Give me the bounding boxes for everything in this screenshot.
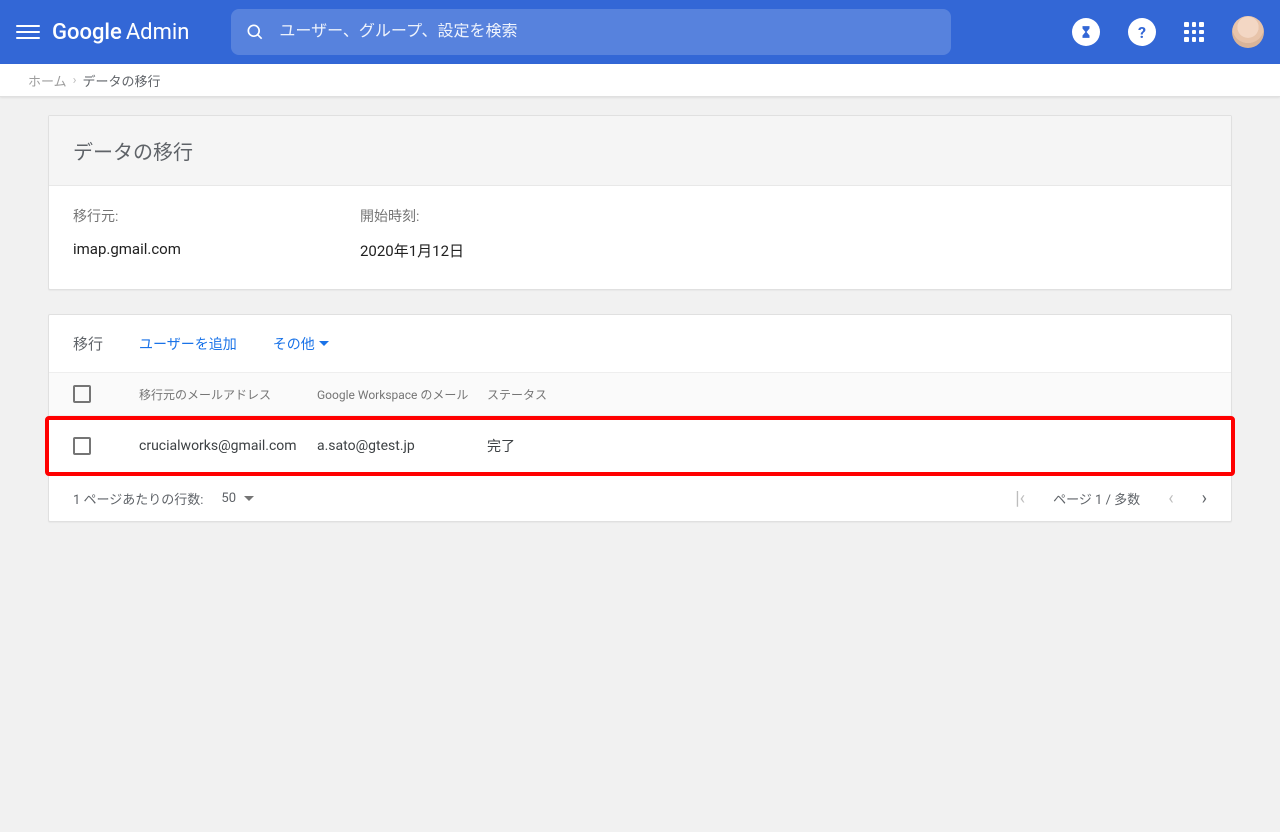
add-user-button[interactable]: ユーザーを追加 bbox=[139, 334, 237, 354]
logo-sub: Admin bbox=[126, 20, 190, 45]
avatar[interactable] bbox=[1232, 16, 1264, 48]
row-ws: a.sato@gtest.jp bbox=[317, 438, 487, 454]
header-actions: ? bbox=[1072, 16, 1264, 48]
col-source-email: 移行元のメールアドレス bbox=[139, 386, 317, 403]
breadcrumb: ホーム › データの移行 bbox=[0, 64, 1280, 97]
migration-info-card: データの移行 移行元: imap.gmail.com 開始時刻: 2020年1月… bbox=[48, 115, 1232, 290]
source-block: 移行元: imap.gmail.com bbox=[73, 206, 360, 261]
toolbar-title: 移行 bbox=[73, 333, 103, 354]
start-block: 開始時刻: 2020年1月12日 bbox=[360, 206, 647, 261]
chevron-down-icon bbox=[319, 341, 329, 346]
next-page-icon[interactable]: › bbox=[1202, 488, 1207, 509]
migration-table-card: 移行 ユーザーを追加 その他 移行元のメールアドレス Google Worksp… bbox=[48, 314, 1232, 522]
select-all-checkbox[interactable] bbox=[73, 385, 91, 403]
table-row[interactable]: crucialworks@gmail.com a.sato@gtest.jp 完… bbox=[49, 420, 1231, 472]
row-checkbox[interactable] bbox=[73, 437, 91, 455]
source-label: 移行元: bbox=[73, 206, 360, 226]
logo[interactable]: Google Admin bbox=[52, 20, 189, 45]
app-header: Google Admin ? bbox=[0, 0, 1280, 64]
hourglass-icon[interactable] bbox=[1072, 18, 1100, 46]
rows-per-page-value: 50 bbox=[221, 491, 236, 506]
apps-icon[interactable] bbox=[1184, 22, 1204, 42]
logo-main: Google bbox=[52, 20, 122, 45]
row-source: crucialworks@gmail.com bbox=[139, 438, 317, 454]
rows-per-page-select[interactable]: 50 bbox=[221, 491, 254, 506]
search-icon bbox=[245, 22, 265, 42]
source-value: imap.gmail.com bbox=[73, 240, 360, 258]
chevron-down-icon bbox=[244, 496, 254, 501]
search-box[interactable] bbox=[231, 9, 951, 55]
highlighted-row: crucialworks@gmail.com a.sato@gtest.jp 完… bbox=[45, 416, 1235, 476]
col-workspace-email: Google Workspace のメール bbox=[317, 386, 487, 403]
more-label: その他 bbox=[273, 334, 315, 354]
start-label: 開始時刻: bbox=[360, 206, 647, 226]
table-pager: 1 ページあたりの行数: 50 |‹ ページ 1 / 多数 ‹ › bbox=[49, 476, 1231, 521]
row-status: 完了 bbox=[487, 436, 627, 456]
rows-per-page-label: 1 ページあたりの行数: bbox=[73, 489, 203, 508]
search-input[interactable] bbox=[279, 23, 937, 41]
prev-page-icon[interactable]: ‹ bbox=[1168, 488, 1173, 509]
help-icon[interactable]: ? bbox=[1128, 18, 1156, 46]
first-page-icon[interactable]: |‹ bbox=[1015, 488, 1025, 509]
chevron-right-icon: › bbox=[73, 73, 77, 88]
col-status: ステータス bbox=[487, 386, 627, 403]
table-header: 移行元のメールアドレス Google Workspace のメール ステータス bbox=[49, 373, 1231, 416]
card-title: データの移行 bbox=[49, 116, 1231, 186]
breadcrumb-home[interactable]: ホーム bbox=[28, 71, 67, 90]
menu-icon[interactable] bbox=[16, 20, 40, 44]
start-value: 2020年1月12日 bbox=[360, 240, 647, 261]
more-button[interactable]: その他 bbox=[273, 334, 329, 354]
breadcrumb-current: データの移行 bbox=[83, 71, 161, 90]
table-toolbar: 移行 ユーザーを追加 その他 bbox=[49, 315, 1231, 373]
page-info: ページ 1 / 多数 bbox=[1053, 489, 1140, 508]
